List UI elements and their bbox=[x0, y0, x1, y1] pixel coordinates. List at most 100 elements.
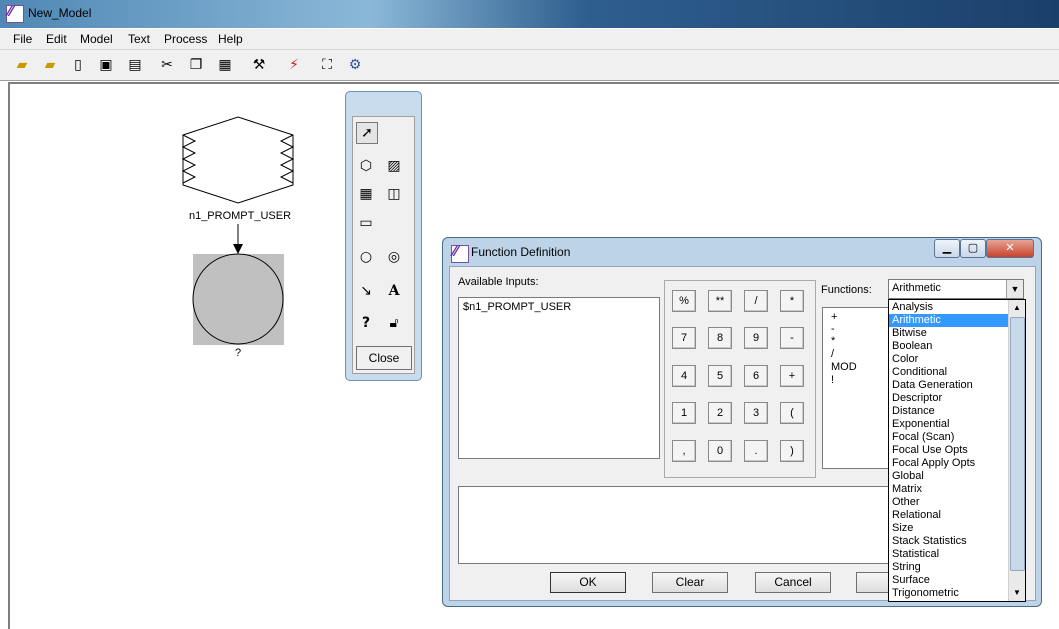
dropdown-scrollbar[interactable]: ▲ ▼ bbox=[1008, 300, 1025, 601]
key-2[interactable]: 2 bbox=[708, 402, 732, 424]
node-label[interactable]: n1_PROMPT_USER bbox=[180, 210, 300, 222]
copy-icon[interactable]: ❐ bbox=[187, 56, 205, 74]
function-label[interactable]: ? bbox=[226, 347, 250, 359]
function-item[interactable]: * bbox=[831, 335, 835, 347]
menu-text[interactable]: Text bbox=[128, 32, 150, 46]
category-option[interactable]: Boolean bbox=[889, 340, 1010, 353]
key-open-paren[interactable]: ( bbox=[780, 402, 804, 424]
palette-close-button[interactable]: Close bbox=[356, 346, 412, 370]
raster-input-node-icon[interactable] bbox=[181, 116, 295, 204]
print-icon[interactable]: ▤ bbox=[126, 56, 144, 74]
key-decimal[interactable]: . bbox=[744, 440, 768, 462]
category-option[interactable]: Conditional bbox=[889, 366, 1010, 379]
function-item[interactable]: - bbox=[831, 323, 835, 335]
help-tool-icon[interactable]: ? bbox=[356, 313, 376, 333]
ok-button[interactable]: OK bbox=[550, 572, 626, 593]
function-item[interactable]: MOD bbox=[831, 361, 857, 373]
text-tool-icon[interactable]: A bbox=[384, 281, 404, 301]
minimize-button[interactable]: ▁ bbox=[934, 239, 960, 258]
function-item[interactable]: ! bbox=[831, 374, 834, 386]
cancel-button[interactable]: Cancel bbox=[755, 572, 831, 593]
run-lightning-icon[interactable]: ⚡ bbox=[285, 56, 303, 74]
new-file-icon[interactable]: ▯ bbox=[69, 56, 87, 74]
menu-model[interactable]: Model bbox=[80, 32, 113, 46]
function-tool-icon[interactable]: ○ bbox=[356, 247, 376, 267]
key-9[interactable]: 9 bbox=[744, 327, 768, 349]
scroll-down-arrow-icon[interactable]: ▼ bbox=[1009, 585, 1025, 600]
category-option[interactable]: Bitwise bbox=[889, 327, 1010, 340]
category-option[interactable]: Surface bbox=[889, 574, 1010, 587]
function-expression-textbox[interactable] bbox=[458, 486, 896, 564]
key-plus[interactable]: + bbox=[780, 365, 804, 387]
maximize-button[interactable]: ▢ bbox=[960, 239, 986, 258]
function-item[interactable]: / bbox=[831, 348, 834, 360]
clear-button[interactable]: Clear bbox=[652, 572, 728, 593]
category-option[interactable]: Global bbox=[889, 470, 1010, 483]
menu-process[interactable]: Process bbox=[164, 32, 207, 46]
scrollbar-thumb[interactable] bbox=[1010, 317, 1025, 571]
category-option[interactable]: Focal Apply Opts bbox=[889, 457, 1010, 470]
category-option[interactable]: Color bbox=[889, 353, 1010, 366]
open-model-icon[interactable]: ▰ bbox=[41, 56, 59, 74]
menu-edit[interactable]: Edit bbox=[46, 32, 67, 46]
key-percent[interactable]: % bbox=[672, 290, 696, 312]
key-comma[interactable]: , bbox=[672, 440, 696, 462]
category-option[interactable]: Exponential bbox=[889, 418, 1010, 431]
vector-tool-icon[interactable]: ▨ bbox=[384, 156, 404, 176]
category-option-selected[interactable]: Arithmetic bbox=[889, 314, 1010, 327]
criteria-tool-icon[interactable]: ◎ bbox=[384, 247, 404, 267]
table-tool-icon[interactable]: ◫ bbox=[384, 184, 404, 204]
key-power[interactable]: ** bbox=[708, 290, 732, 312]
category-dropdown-list[interactable]: Analysis Arithmetic Bitwise Boolean Colo… bbox=[888, 299, 1026, 602]
zoom-icon[interactable]: ⚙ bbox=[346, 56, 364, 74]
fit-to-window-icon[interactable]: ⛶ bbox=[318, 56, 336, 74]
lock-tool-icon[interactable]: 🔓︎ bbox=[384, 313, 404, 333]
pointer-tool-icon[interactable]: ➚ bbox=[356, 122, 378, 144]
category-option[interactable]: Distance bbox=[889, 405, 1010, 418]
key-0[interactable]: 0 bbox=[708, 440, 732, 462]
category-option[interactable]: Trigonometric bbox=[889, 587, 1010, 600]
category-select[interactable]: Arithmetic ▼ bbox=[888, 279, 1024, 299]
functions-list[interactable]: + - * / MOD ! bbox=[822, 307, 890, 469]
scalar-tool-icon[interactable]: ▭ bbox=[356, 213, 376, 233]
category-option[interactable]: Descriptor bbox=[889, 392, 1010, 405]
category-option[interactable]: Data Generation bbox=[889, 379, 1010, 392]
key-7[interactable]: 7 bbox=[672, 327, 696, 349]
raster-tool-icon[interactable]: ⬡ bbox=[356, 156, 376, 176]
category-option[interactable]: Matrix bbox=[889, 483, 1010, 496]
function-node-circle[interactable] bbox=[192, 253, 284, 345]
chevron-down-icon[interactable]: ▼ bbox=[1006, 280, 1023, 298]
connect-tool-icon[interactable]: ↘ bbox=[356, 281, 376, 301]
open-folder-icon[interactable]: ▰ bbox=[13, 56, 31, 74]
cut-icon[interactable]: ✂ bbox=[158, 56, 176, 74]
scroll-up-arrow-icon[interactable]: ▲ bbox=[1009, 300, 1025, 315]
key-5[interactable]: 5 bbox=[708, 365, 732, 387]
category-option[interactable]: Focal Use Opts bbox=[889, 444, 1010, 457]
key-divide[interactable]: / bbox=[744, 290, 768, 312]
category-option[interactable]: Analysis bbox=[889, 301, 1010, 314]
available-inputs-list[interactable]: $n1_PROMPT_USER bbox=[458, 297, 660, 459]
menu-file[interactable]: File bbox=[13, 32, 32, 46]
function-item[interactable]: + bbox=[831, 311, 837, 323]
key-minus[interactable]: - bbox=[780, 327, 804, 349]
category-option[interactable]: Size bbox=[889, 522, 1010, 535]
key-4[interactable]: 4 bbox=[672, 365, 696, 387]
save-icon[interactable]: ▣ bbox=[97, 56, 115, 74]
category-option[interactable]: Focal (Scan) bbox=[889, 431, 1010, 444]
category-option[interactable]: Other bbox=[889, 496, 1010, 509]
key-3[interactable]: 3 bbox=[744, 402, 768, 424]
menu-help[interactable]: Help bbox=[218, 32, 243, 46]
key-1[interactable]: 1 bbox=[672, 402, 696, 424]
category-option[interactable]: String bbox=[889, 561, 1010, 574]
category-option[interactable]: Stack Statistics bbox=[889, 535, 1010, 548]
category-option[interactable]: Statistical bbox=[889, 548, 1010, 561]
key-close-paren[interactable]: ) bbox=[780, 440, 804, 462]
key-8[interactable]: 8 bbox=[708, 327, 732, 349]
dialog-close-button[interactable]: ✕ bbox=[986, 239, 1034, 258]
category-option[interactable]: Relational bbox=[889, 509, 1010, 522]
key-multiply[interactable]: * bbox=[780, 290, 804, 312]
paste-icon[interactable]: ▦ bbox=[216, 56, 234, 74]
key-6[interactable]: 6 bbox=[744, 365, 768, 387]
hammer-icon[interactable]: ⚒ bbox=[250, 56, 268, 74]
matrix-tool-icon[interactable]: ▦ bbox=[356, 184, 376, 204]
